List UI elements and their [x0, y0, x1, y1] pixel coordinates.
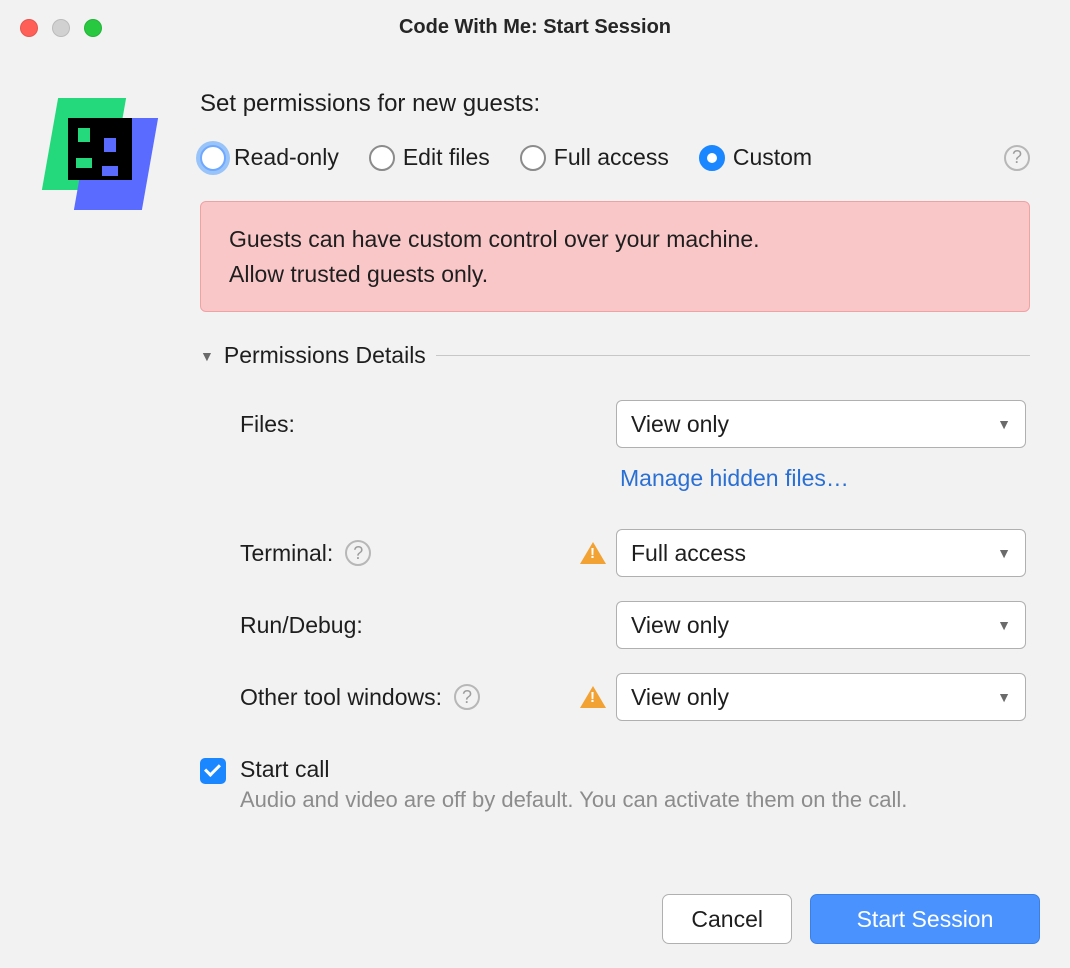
chevron-down-icon: ▼	[997, 689, 1011, 705]
perm-label-rundebug: Run/Debug:	[240, 612, 580, 639]
permissions-details-header[interactable]: ▼ Permissions Details	[200, 342, 1030, 369]
start-session-button[interactable]: Start Session	[810, 894, 1040, 944]
permissions-heading: Set permissions for new guests:	[200, 90, 1030, 118]
manage-hidden-files-link[interactable]: Manage hidden files…	[620, 465, 849, 491]
divider	[436, 355, 1030, 356]
help-icon[interactable]: ?	[1004, 145, 1030, 171]
permission-radio-group: Read-only Edit files Full access Custom …	[200, 144, 1030, 171]
radio-read-only[interactable]: Read-only	[200, 144, 339, 171]
content-area: Set permissions for new guests: Read-onl…	[0, 54, 1070, 843]
perm-row-rundebug: Run/Debug: View only ▼	[240, 600, 1026, 650]
checkbox-description: Audio and video are off by default. You …	[240, 787, 907, 813]
perm-label-other-tools: Other tool windows: ?	[240, 684, 580, 711]
warning-line-1: Guests can have custom control over your…	[229, 222, 1001, 257]
radio-label: Read-only	[234, 144, 339, 171]
chevron-down-icon: ▼	[200, 348, 214, 364]
cancel-button[interactable]: Cancel	[662, 894, 792, 944]
custom-warning-banner: Guests can have custom control over your…	[200, 201, 1030, 312]
dialog-footer: Cancel Start Session	[662, 894, 1040, 944]
checkbox-label: Start call	[240, 756, 907, 783]
radio-full-access[interactable]: Full access	[520, 144, 669, 171]
code-with-me-icon	[50, 98, 150, 208]
traffic-lights	[20, 19, 102, 37]
radio-icon	[699, 145, 725, 171]
zoom-window-button[interactable]	[84, 19, 102, 37]
label-text: Other tool windows:	[240, 684, 442, 711]
select-value: View only	[631, 684, 729, 711]
files-select[interactable]: View only ▼	[616, 400, 1026, 448]
warning-icon	[580, 686, 606, 708]
radio-label: Full access	[554, 144, 669, 171]
warning-line-2: Allow trusted guests only.	[229, 257, 1001, 292]
rundebug-select[interactable]: View only ▼	[616, 601, 1026, 649]
select-value: Full access	[631, 540, 746, 567]
window-title: Code With Me: Start Session	[399, 16, 671, 39]
perm-label-files: Files:	[240, 411, 580, 438]
perm-row-files: Files: View only ▼	[240, 399, 1026, 449]
radio-icon	[200, 145, 226, 171]
section-label: Permissions Details	[224, 342, 426, 369]
label-text: Terminal:	[240, 540, 333, 567]
main-column: Set permissions for new guests: Read-onl…	[200, 90, 1040, 813]
perm-label-terminal: Terminal: ?	[240, 540, 580, 567]
radio-icon	[520, 145, 546, 171]
titlebar: Code With Me: Start Session	[0, 0, 1070, 54]
start-call-block: Start call Audio and video are off by de…	[200, 756, 1030, 813]
permission-details-body: Files: View only ▼ Manage hidden files…	[200, 399, 1030, 722]
warning-icon	[580, 542, 606, 564]
icon-column	[30, 90, 200, 813]
radio-icon	[369, 145, 395, 171]
select-value: View only	[631, 612, 729, 639]
perm-row-other-tools: Other tool windows: ? View only ▼	[240, 672, 1026, 722]
help-icon[interactable]: ?	[454, 684, 480, 710]
help-icon[interactable]: ?	[345, 540, 371, 566]
start-call-text: Start call Audio and video are off by de…	[240, 756, 907, 813]
chevron-down-icon: ▼	[997, 545, 1011, 561]
close-window-button[interactable]	[20, 19, 38, 37]
chevron-down-icon: ▼	[997, 617, 1011, 633]
perm-row-terminal: Terminal: ? Full access ▼	[240, 528, 1026, 578]
radio-edit-files[interactable]: Edit files	[369, 144, 490, 171]
radio-custom[interactable]: Custom	[699, 144, 812, 171]
other-tools-select[interactable]: View only ▼	[616, 673, 1026, 721]
minimize-window-button[interactable]	[52, 19, 70, 37]
terminal-select[interactable]: Full access ▼	[616, 529, 1026, 577]
start-call-checkbox[interactable]	[200, 758, 226, 784]
chevron-down-icon: ▼	[997, 416, 1011, 432]
manage-hidden-files-row: Manage hidden files…	[240, 465, 1026, 492]
radio-label: Edit files	[403, 144, 490, 171]
dialog-window: Code With Me: Start Session Set permissi…	[0, 0, 1070, 968]
select-value: View only	[631, 411, 729, 438]
radio-label: Custom	[733, 144, 812, 171]
